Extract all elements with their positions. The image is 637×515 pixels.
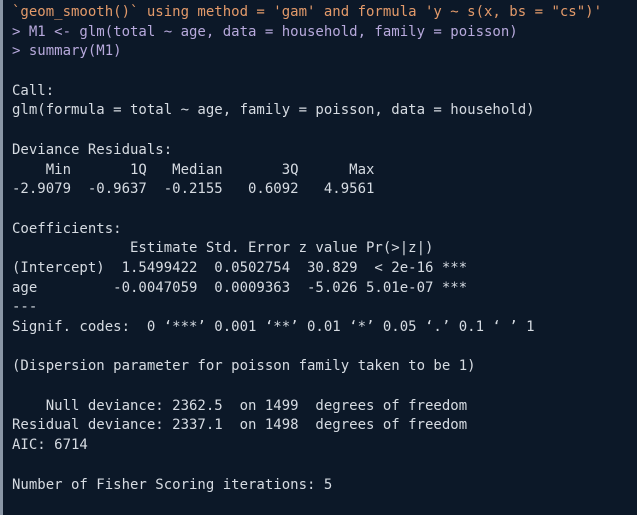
console-output-line: Signif. codes: 0 ‘***’ 0.001 ‘**’ 0.01 ‘…: [12, 319, 535, 335]
r-console-output[interactable]: `geom_smooth()` using method = 'gam' and…: [12, 3, 637, 495]
console-output-line: Null deviance: 2362.5 on 1499 degrees of…: [12, 397, 468, 414]
console-output-line: -2.9079 -0.9637 -0.2155 0.6092 4.9561: [12, 181, 392, 198]
console-output-line: Deviance Residuals:: [12, 141, 173, 158]
console-output-line: Call:: [12, 82, 55, 99]
console-message-line: `geom_smooth()` using method = 'gam' and…: [12, 4, 603, 20]
console-output-line: Number of Fisher Scoring iterations: 5: [12, 476, 333, 493]
console-output-line: ---: [12, 299, 38, 316]
console-output-line: Min 1Q Median 3Q Max: [12, 161, 392, 178]
console-output-line: glm(formula = total ~ age, family = pois…: [12, 102, 535, 119]
console-command-line: > M1 <- glm(total ~ age, data = househol…: [12, 23, 518, 40]
console-command-line: > summary(M1): [12, 43, 122, 60]
console-output-line: Coefficients:: [12, 220, 122, 237]
pane-left-border: [0, 0, 3, 515]
console-output-line: age -0.0047059 0.0009363 -5.026 5.01e-07…: [12, 279, 468, 296]
console-output-line: (Dispersion parameter for poisson family…: [12, 358, 476, 375]
console-output-line: (Intercept) 1.5499422 0.0502754 30.829 <…: [12, 259, 468, 276]
console-output-line: AIC: 6714: [12, 437, 88, 454]
console-output-line: Residual deviance: 2337.1 on 1498 degree…: [12, 417, 468, 434]
console-output-line: Estimate Std. Error z value Pr(>|z|): [12, 240, 468, 257]
